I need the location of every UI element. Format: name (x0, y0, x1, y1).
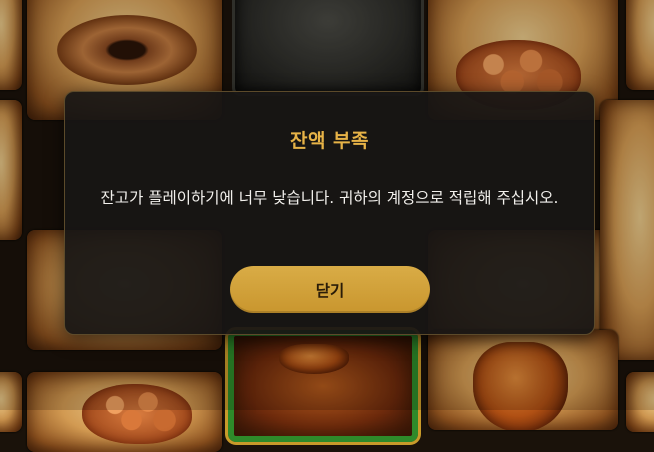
dialog-title: 잔액 부족 (289, 130, 370, 152)
insufficient-balance-dialog: 잔액 부족 잔고가 플레이하기에 너무 낮습니다. 귀하의 계정으로 적립해 주… (64, 91, 595, 335)
close-button[interactable]: 닫기 (230, 266, 430, 313)
dialog-message: 잔고가 플레이하기에 너무 낮습니다. 귀하의 계정으로 적립해 주십시오. (100, 189, 559, 207)
